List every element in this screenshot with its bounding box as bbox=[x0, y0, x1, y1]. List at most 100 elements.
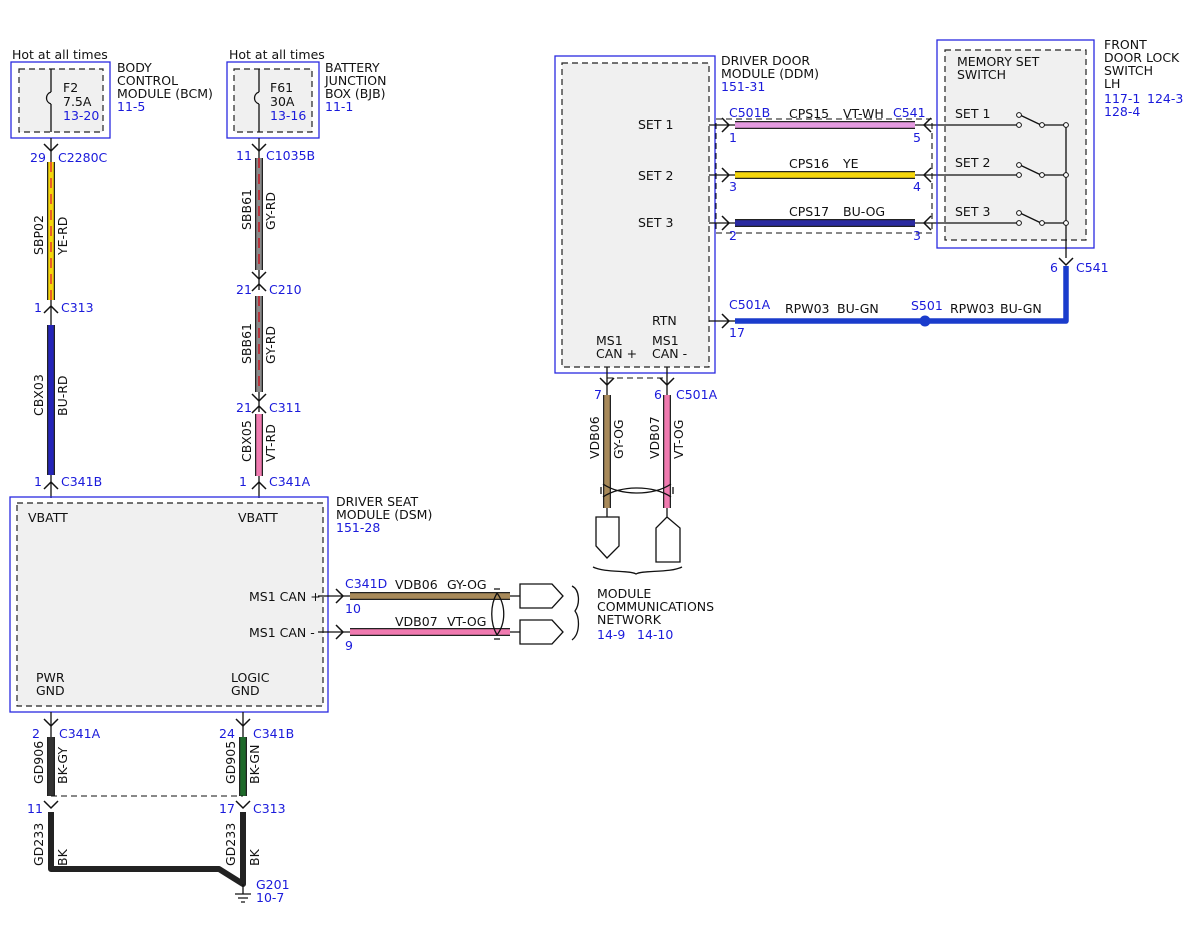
ddm-network-arrow-plus[interactable] bbox=[595, 508, 620, 559]
color-vt-rd: VT-RD bbox=[263, 424, 278, 462]
ground-g201-ref[interactable]: 10-7 bbox=[256, 890, 284, 905]
conn-c313[interactable]: C313 bbox=[61, 300, 94, 315]
conn-c341b-top[interactable]: C341B bbox=[61, 474, 102, 489]
circuit-vdb07-dsm: VDB07 bbox=[395, 614, 438, 629]
ddm-set-1: SET 1 bbox=[638, 117, 673, 132]
pin-set3-left: 2 bbox=[729, 228, 737, 243]
ddm-can-minus-2: CAN - bbox=[652, 346, 687, 361]
color-gy-og-ddm: GY-OG bbox=[611, 419, 626, 459]
conn-c313-gnd-right-arrow bbox=[235, 800, 251, 810]
memory-switch-title-2: SWITCH bbox=[957, 67, 1006, 82]
wiring-diagram: Hot at all times F2 7.5A 13-20 BODY CONT… bbox=[9, 37, 1183, 905]
conn-c541-top[interactable]: C541 bbox=[893, 105, 926, 120]
color-gy-rd-b: GY-RD bbox=[263, 326, 278, 364]
conn-c311[interactable]: C311 bbox=[269, 400, 302, 415]
twisted-pair-ddm bbox=[602, 483, 672, 498]
conn-c341d[interactable]: C341D bbox=[345, 576, 387, 591]
conn-c313-gnd[interactable]: C313 bbox=[253, 801, 286, 816]
pin-set2-left: 3 bbox=[729, 179, 737, 194]
pin-17: 17 bbox=[729, 325, 745, 340]
ddm-ref[interactable]: 151-31 bbox=[721, 79, 765, 94]
ddm-set-3: SET 3 bbox=[638, 215, 673, 230]
color-gy-rd-a: GY-RD bbox=[263, 192, 278, 230]
ddm-inner bbox=[561, 62, 710, 368]
dsm-vbatt-left: VBATT bbox=[28, 510, 68, 525]
conn-c210[interactable]: C210 bbox=[269, 282, 302, 297]
pin-1-c341a: 1 bbox=[239, 474, 247, 489]
bcm-hot-label: Hot at all times bbox=[12, 47, 108, 62]
dsm-ref[interactable]: 151-28 bbox=[336, 520, 380, 535]
ddm-can-circuit: 7 6 C501A VDB06 GY-OG VDB07 VT-OG bbox=[587, 367, 718, 575]
dsm-can-circuit: C341D 10 9 VDB06 GY-OG VDB07 VT-OG MODUL… bbox=[318, 576, 714, 653]
bcm-fuse-block: Hot at all times F2 7.5A 13-20 BODY CONT… bbox=[10, 47, 213, 139]
pin-set1-left: 1 bbox=[729, 130, 737, 145]
conn-c501a-can[interactable]: C501A bbox=[676, 387, 718, 402]
circuit-vdb06-dsm: VDB06 bbox=[395, 577, 438, 592]
conn-c341b-gnd[interactable]: C341B bbox=[253, 726, 294, 741]
pin-21-c311: 21 bbox=[236, 400, 252, 415]
conn-c2280c[interactable]: C2280C bbox=[58, 150, 108, 165]
conn-c501a-rtn[interactable]: C501A bbox=[729, 297, 771, 312]
color-bu-og: BU-OG bbox=[843, 204, 885, 219]
conn-c501b[interactable]: C501B bbox=[729, 105, 770, 120]
pin-9: 9 bbox=[345, 638, 353, 653]
pin-set3-right: 3 bbox=[913, 228, 921, 243]
door-lock-ref-2[interactable]: 124-3 bbox=[1147, 91, 1183, 106]
ddm-set-2: SET 2 bbox=[638, 168, 673, 183]
circuit-rpw03-right: RPW03 bbox=[950, 301, 995, 316]
pin-1-c341b: 1 bbox=[34, 474, 42, 489]
fuse-f2-id: F2 bbox=[63, 80, 78, 95]
color-gy-og-dsm: GY-OG bbox=[447, 577, 487, 592]
pin-2: 2 bbox=[32, 726, 40, 741]
dsm-can-minus: MS1 CAN - bbox=[249, 625, 315, 640]
circuit-gd233-right: GD233 bbox=[223, 823, 238, 866]
network-ref-2[interactable]: 14-10 bbox=[637, 627, 673, 642]
memory-switch-set-2: SET 2 bbox=[955, 155, 990, 170]
fuse-f61-rating: 30A bbox=[270, 94, 295, 109]
memory-switch-set-1: SET 1 bbox=[955, 106, 990, 121]
circuit-gd906: GD906 bbox=[31, 741, 46, 784]
bcm-ref[interactable]: 11-5 bbox=[117, 99, 145, 114]
conn-c341a-gnd[interactable]: C341A bbox=[59, 726, 101, 741]
conn-c341a-top[interactable]: C341A bbox=[269, 474, 311, 489]
dsm-pwr-2: GND bbox=[36, 683, 65, 698]
circuit-gd233-left: GD233 bbox=[31, 823, 46, 866]
circuit-gd905: GD905 bbox=[223, 741, 238, 784]
fuse-f2-ref[interactable]: 13-20 bbox=[63, 108, 99, 123]
pin-29: 29 bbox=[30, 150, 46, 165]
circuit-sbp02: SBP02 bbox=[31, 215, 46, 255]
circuit-cps15: CPS15 bbox=[789, 106, 829, 121]
wire-gd233 bbox=[48, 812, 246, 887]
bjb-hot-label: Hot at all times bbox=[229, 47, 325, 62]
dsm-vbatt-right: VBATT bbox=[238, 510, 278, 525]
pin-set1-right: 5 bbox=[913, 130, 921, 145]
splice-s501[interactable]: S501 bbox=[911, 298, 943, 313]
ddm-network-arrow-minus[interactable] bbox=[655, 508, 681, 563]
color-bu-gn-right: BU-GN bbox=[1000, 301, 1042, 316]
network-arrow-minus[interactable] bbox=[510, 619, 564, 645]
door-lock-ref-3[interactable]: 128-4 bbox=[1104, 104, 1140, 119]
pin-21-c210: 21 bbox=[236, 282, 252, 297]
second-column-circuit: 11 C1035B SBB61 GY-RD 21 C210 SBB61 GY-R… bbox=[236, 138, 315, 498]
network-ref-1[interactable]: 14-9 bbox=[597, 627, 625, 642]
pin-6: 6 bbox=[654, 387, 662, 402]
pin-11: 11 bbox=[236, 148, 252, 163]
circuit-sbb61-a: SBB61 bbox=[239, 189, 254, 230]
ddm-can-plus-2: CAN + bbox=[596, 346, 637, 361]
conn-c541-bottom[interactable]: C541 bbox=[1076, 260, 1109, 275]
network-arrow-plus[interactable] bbox=[510, 583, 564, 609]
network-line-3: NETWORK bbox=[597, 612, 662, 627]
left-column-circuit: 29 C2280C SBP02 YE-RD 1 C313 CBX03 BU-RD… bbox=[30, 138, 108, 498]
pin-10: 10 bbox=[345, 601, 361, 616]
circuit-cbx03: CBX03 bbox=[31, 374, 46, 416]
conn-c1035b[interactable]: C1035B bbox=[266, 148, 315, 163]
pin-1-c313: 1 bbox=[34, 300, 42, 315]
pin-6-c541: 6 bbox=[1050, 260, 1058, 275]
pin-set2-right: 4 bbox=[913, 179, 921, 194]
dsm-module: VBATT VBATT MS1 CAN + MS1 CAN - PWR GND … bbox=[9, 494, 432, 713]
color-vt-wh: VT-WH bbox=[843, 106, 884, 121]
conn-c313-gnd-left-arrow bbox=[43, 800, 59, 810]
color-ye: YE bbox=[842, 156, 859, 171]
bjb-ref[interactable]: 11-1 bbox=[325, 99, 353, 114]
fuse-f61-ref[interactable]: 13-16 bbox=[270, 108, 306, 123]
